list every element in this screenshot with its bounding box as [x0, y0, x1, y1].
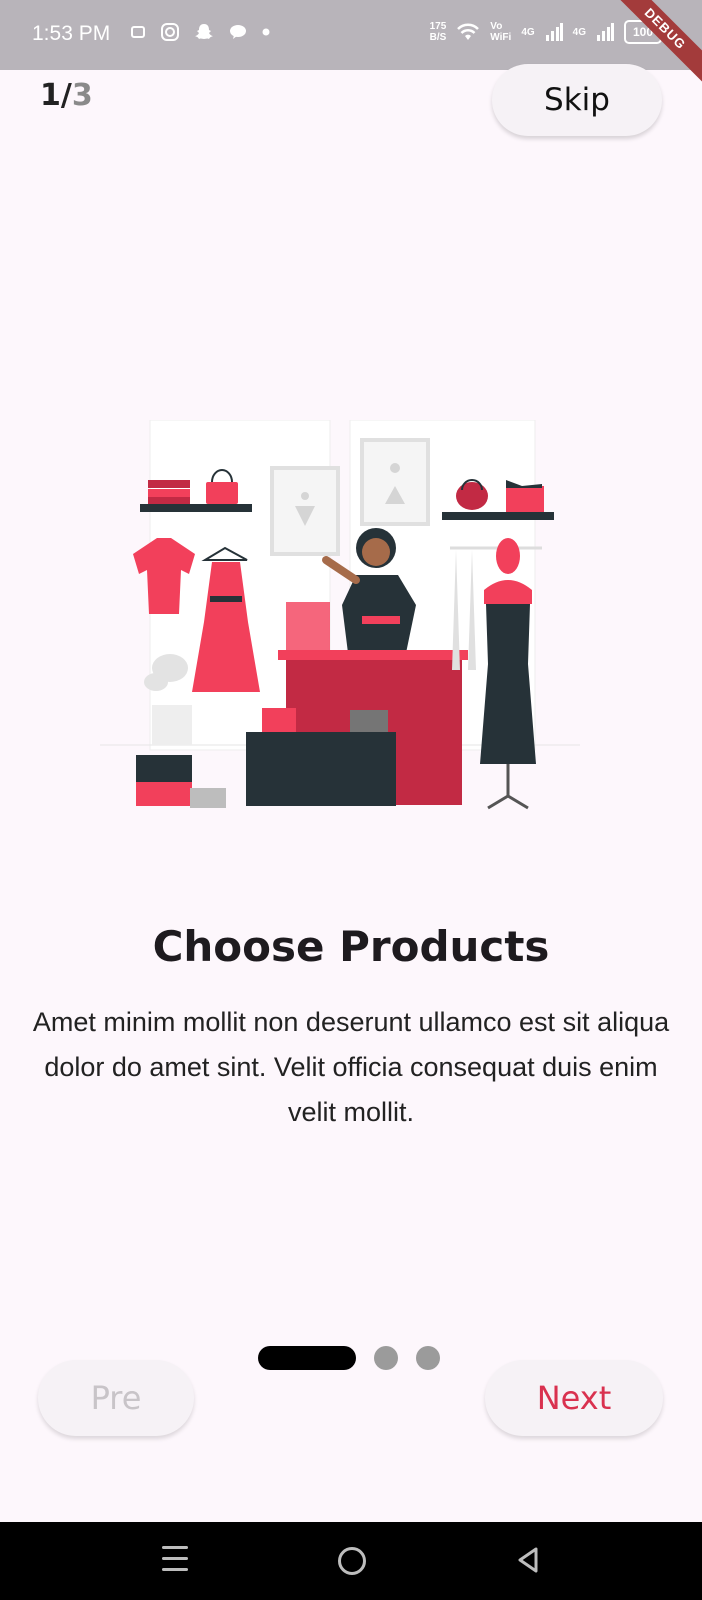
vowifi-top: Vo [490, 21, 503, 32]
recent-apps-icon[interactable] [162, 1546, 188, 1579]
network-type-1: 4G [521, 26, 535, 38]
indicator-dot [374, 1346, 398, 1370]
previous-button[interactable]: Pre [38, 1360, 194, 1436]
notification-icons [130, 22, 270, 42]
snapchat-icon [195, 24, 213, 39]
system-navigation-bar [0, 1522, 702, 1600]
app-notification-icon [131, 26, 145, 38]
signal-icon-2 [597, 23, 614, 41]
page-counter: 1/3 [40, 78, 93, 113]
status-bar: 1:53 PM 175 B/S Vo WiFi 4G 4G 100 DEBUG [0, 0, 702, 90]
current-page: 1 [40, 78, 61, 113]
signal-icon-1 [545, 23, 563, 41]
vowifi-label: Vo WiFi [490, 21, 511, 43]
system-status: 175 B/S Vo WiFi 4G 4G 100 [430, 20, 666, 44]
home-icon[interactable] [338, 1547, 366, 1575]
vowifi-bottom: WiFi [490, 32, 512, 43]
next-button[interactable]: Next [485, 1360, 663, 1436]
page-indicator [258, 1346, 440, 1370]
speed-unit: B/S [429, 32, 447, 43]
network-speed: 175 B/S [430, 21, 447, 43]
back-icon[interactable] [516, 1546, 540, 1574]
indicator-dot-active [258, 1346, 356, 1370]
shop-illustration [100, 420, 580, 810]
indicator-dot [416, 1346, 440, 1370]
wifi-icon [457, 23, 480, 40]
skip-button[interactable]: Skip [492, 64, 662, 136]
boxes-left [136, 755, 226, 808]
page-separator: / [60, 78, 72, 113]
onboarding-title: Choose Products [152, 922, 550, 971]
onboarding-description: Amet minim mollit non deserunt ullamco e… [32, 1007, 670, 1127]
chat-icon [230, 25, 246, 39]
more-dot-icon [262, 28, 270, 36]
status-time: 1:53 PM [32, 22, 111, 45]
total-pages: 3 [71, 78, 93, 113]
speed-value: 175 [429, 21, 447, 32]
instagram-icon [161, 23, 179, 41]
network-type-2: 4G [572, 26, 586, 38]
